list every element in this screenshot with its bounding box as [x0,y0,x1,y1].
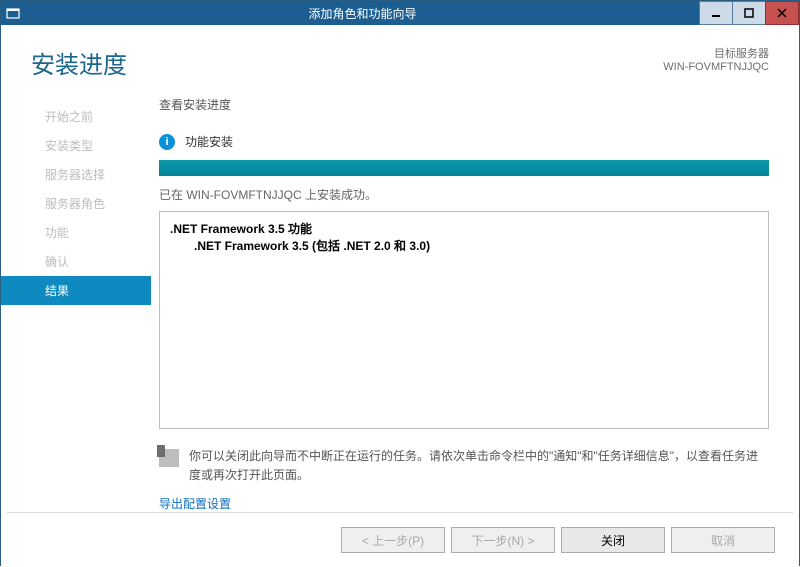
sidebar-item-roles: 服务器角色 [1,189,151,218]
page-heading: 安装进度 [31,45,663,80]
note: 你可以关闭此向导而不中断正在运行的任务。请依次单击命令栏中的"通知"和"任务详细… [159,447,769,485]
wizard-main: 查看安装进度 i 功能安装 已在 WIN-FOVMFTNJJQC 上安装成功。 … [151,94,799,512]
wizard-body: 安装进度 目标服务器 WIN-FOVMFTNJJQC 开始之前 安装类型 服务器… [1,25,799,567]
sidebar-item-type: 安装类型 [1,131,151,160]
target-value: WIN-FOVMFTNJJQC [663,61,769,73]
close-window-button[interactable] [765,1,799,25]
sidebar-item-features: 功能 [1,218,151,247]
window-buttons [700,1,799,25]
sidebar-item-server: 服务器选择 [1,160,151,189]
target-label: 目标服务器 [663,45,769,61]
window-title: 添加角色和功能向导 [25,5,700,22]
progress-bar [159,160,769,176]
export-link[interactable]: 导出配置设置 [159,495,769,512]
wizard-header: 安装进度 目标服务器 WIN-FOVMFTNJJQC [1,25,799,94]
flag-icon [159,449,179,467]
target-server: 目标服务器 WIN-FOVMFTNJJQC [663,45,769,73]
maximize-button[interactable] [732,1,766,25]
status-text: 功能安装 [185,133,233,150]
info-icon: i [159,134,175,150]
sidebar-item-results[interactable]: 结果 [1,276,151,305]
titlebar: 添加角色和功能向导 [1,1,799,25]
wizard-sidebar: 开始之前 安装类型 服务器选择 服务器角色 功能 确认 结果 [1,94,151,512]
cancel-button: 取消 [671,527,775,553]
wizard-footer: < 上一步(P) 下一步(N) > 关闭 取消 [7,512,793,567]
status-row: i 功能安装 [159,133,769,150]
result-box[interactable]: .NET Framework 3.5 功能 .NET Framework 3.5… [159,211,769,429]
done-message: 已在 WIN-FOVMFTNJJQC 上安装成功。 [159,186,769,203]
note-text: 你可以关闭此向导而不中断正在运行的任务。请依次单击命令栏中的"通知"和"任务详细… [189,447,769,485]
wizard-window: 添加角色和功能向导 安装进度 目标服务器 WIN-FOVMFTNJJQC 开始之… [0,0,800,566]
result-line-2: .NET Framework 3.5 (包括 .NET 2.0 和 3.0) [170,237,758,254]
prev-button: < 上一步(P) [341,527,445,553]
next-button: 下一步(N) > [451,527,555,553]
result-line-1: .NET Framework 3.5 功能 [170,220,758,237]
subheading: 查看安装进度 [159,96,769,113]
close-button[interactable]: 关闭 [561,527,665,553]
sidebar-item-before: 开始之前 [1,102,151,131]
sidebar-item-confirm: 确认 [1,247,151,276]
app-icon [1,6,25,20]
wizard-content: 开始之前 安装类型 服务器选择 服务器角色 功能 确认 结果 查看安装进度 i … [1,94,799,512]
minimize-button[interactable] [699,1,733,25]
